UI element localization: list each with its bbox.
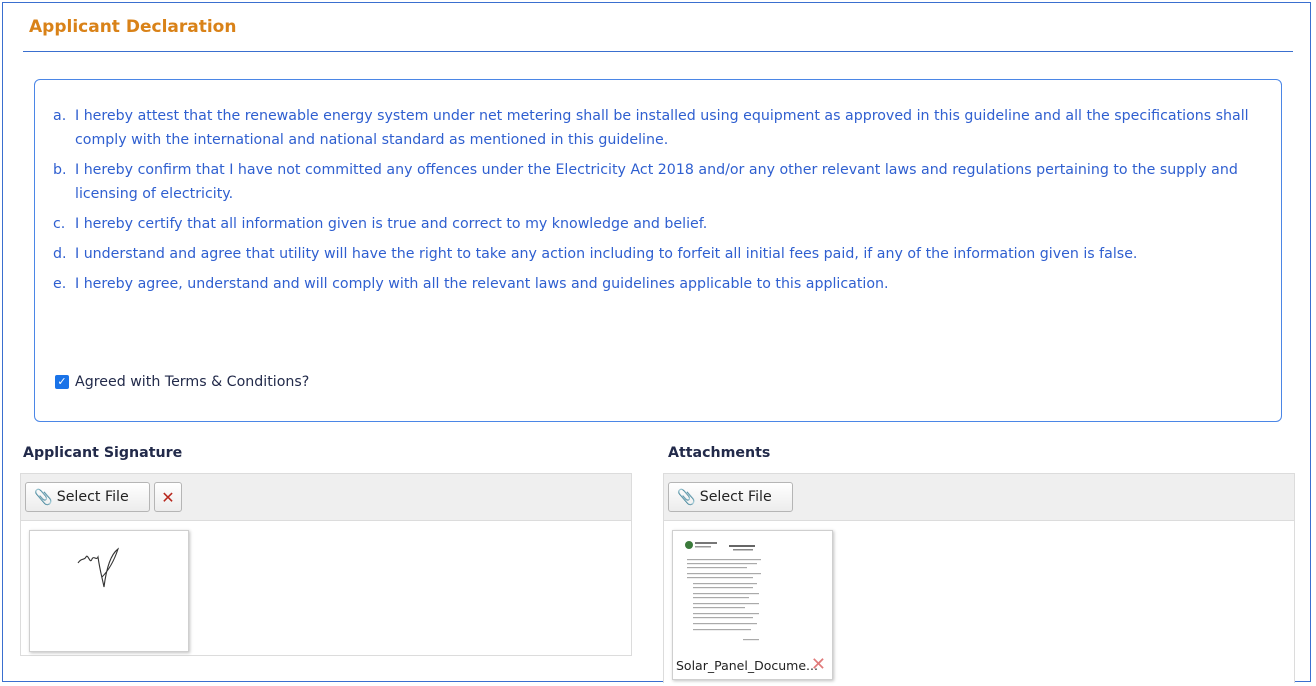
declaration-item-d: d. I understand and agree that utility w… (53, 242, 1263, 266)
section-title: Applicant Declaration (29, 17, 237, 37)
declaration-letter: d. (53, 246, 67, 262)
remove-file-icon[interactable]: ✕ (811, 654, 826, 675)
declaration-letter: a. (53, 108, 67, 124)
close-icon: ✕ (161, 487, 175, 507)
declaration-letter: e. (53, 276, 67, 292)
document-thumbnail-image (685, 541, 761, 641)
attachments-toolbar: 📎 Select File (664, 474, 1294, 521)
paperclip-icon: 📎 (34, 488, 53, 506)
paperclip-icon: 📎 (677, 488, 696, 506)
select-file-label: Select File (699, 489, 772, 505)
signature-preview (29, 530, 189, 652)
declaration-letter: c. (53, 216, 66, 232)
attachments-upload-panel: 📎 Select File Solar_Panel_Docume... ✕ (663, 473, 1295, 683)
declaration-letter: b. (53, 162, 67, 178)
declaration-box: a. I hereby attest that the renewable en… (34, 79, 1282, 422)
agree-terms-row[interactable]: ✓ Agreed with Terms & Conditions? (55, 374, 309, 390)
attachment-file-name: Solar_Panel_Docume... (676, 658, 818, 673)
select-file-label: Select File (56, 489, 129, 505)
applicant-declaration-panel: Applicant Declaration a. I hereby attest… (2, 2, 1311, 683)
declaration-text: I hereby certify that all information gi… (75, 216, 708, 232)
attachment-file-card[interactable]: Solar_Panel_Docume... ✕ (672, 530, 833, 680)
declaration-text: I understand and agree that utility will… (75, 246, 1138, 262)
signature-label: Applicant Signature (23, 445, 183, 461)
document-thumbnail (683, 537, 769, 647)
agree-terms-label: Agreed with Terms & Conditions? (75, 374, 310, 390)
section-header: Applicant Declaration (23, 7, 1293, 52)
declaration-item-a: a. I hereby attest that the renewable en… (53, 104, 1263, 152)
attachments-select-file-button[interactable]: 📎 Select File (668, 482, 793, 512)
agree-terms-checkbox[interactable]: ✓ (55, 375, 69, 389)
signature-select-file-button[interactable]: 📎 Select File (25, 482, 150, 512)
signature-upload-panel: 📎 Select File ✕ (20, 473, 632, 656)
declaration-list: a. I hereby attest that the renewable en… (53, 104, 1263, 302)
declaration-item-c: c. I hereby certify that all information… (53, 212, 1263, 236)
signature-remove-button[interactable]: ✕ (154, 482, 182, 512)
declaration-item-e: e. I hereby agree, understand and will c… (53, 272, 1263, 296)
signature-image (77, 547, 120, 588)
declaration-text: I hereby agree, understand and will comp… (75, 276, 889, 292)
declaration-text: I hereby attest that the renewable energ… (75, 108, 1249, 148)
attachments-label: Attachments (668, 445, 771, 461)
declaration-item-b: b. I hereby confirm that I have not comm… (53, 158, 1263, 206)
signature-toolbar: 📎 Select File ✕ (21, 474, 631, 521)
declaration-text: I hereby confirm that I have not committ… (75, 162, 1238, 202)
